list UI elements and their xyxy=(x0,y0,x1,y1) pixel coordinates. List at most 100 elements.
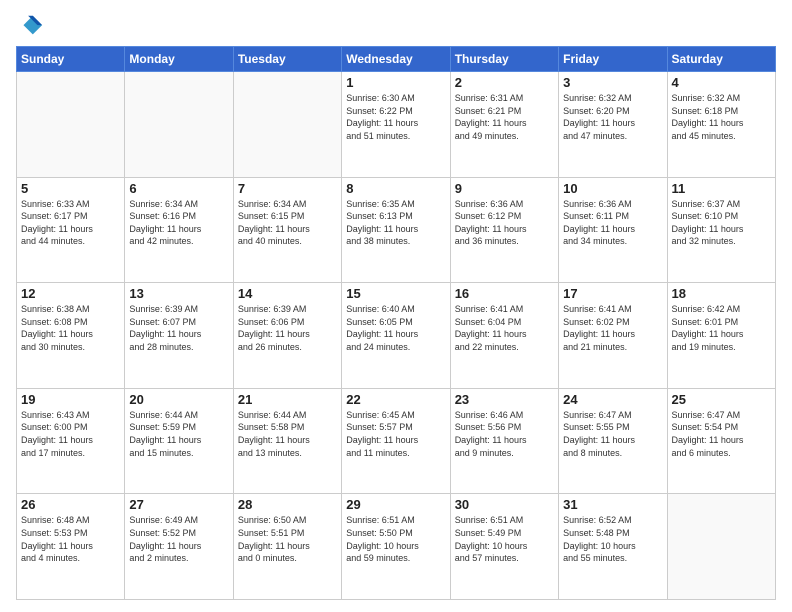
day-number: 16 xyxy=(455,286,554,301)
calendar-cell: 3 Sunrise: 6:32 AM Sunset: 6:20 PM Daylig… xyxy=(559,72,667,178)
calendar-cell: 29 Sunrise: 6:51 AM Sunset: 5:50 PM Dayli… xyxy=(342,494,450,600)
day-number: 13 xyxy=(129,286,228,301)
calendar-cell: 25 Sunrise: 6:47 AM Sunset: 5:54 PM Dayli… xyxy=(667,388,775,494)
calendar-cell: 26Sunrise: 6:48 AM Sunset: 5:53 PM Dayli… xyxy=(17,494,125,600)
header xyxy=(16,12,776,40)
day-info: Sunrise: 6:44 AM Sunset: 5:59 PM Dayligh… xyxy=(129,409,228,459)
day-info: Sunrise: 6:32 AM Sunset: 6:18 PM Dayligh… xyxy=(672,92,771,142)
day-number: 27 xyxy=(129,497,228,512)
day-info: Sunrise: 6:46 AM Sunset: 5:56 PM Dayligh… xyxy=(455,409,554,459)
calendar-cell: 18Sunrise: 6:42 AM Sunset: 6:01 PM Dayli… xyxy=(667,283,775,389)
day-number: 28 xyxy=(238,497,337,512)
calendar-day-header: Saturday xyxy=(667,47,775,72)
day-number: 24 xyxy=(563,392,662,407)
calendar-day-header: Sunday xyxy=(17,47,125,72)
day-info: Sunrise: 6:47 AM Sunset: 5:55 PM Dayligh… xyxy=(563,409,662,459)
day-info: Sunrise: 6:51 AM Sunset: 5:50 PM Dayligh… xyxy=(346,514,445,564)
calendar-cell xyxy=(233,72,341,178)
day-info: Sunrise: 6:41 AM Sunset: 6:04 PM Dayligh… xyxy=(455,303,554,353)
calendar-cell: 22 Sunrise: 6:45 AM Sunset: 5:57 PM Dayli… xyxy=(342,388,450,494)
calendar-cell: 4 Sunrise: 6:32 AM Sunset: 6:18 PM Daylig… xyxy=(667,72,775,178)
calendar-cell: 14 Sunrise: 6:39 AM Sunset: 6:06 PM Dayli… xyxy=(233,283,341,389)
day-info: Sunrise: 6:45 AM Sunset: 5:57 PM Dayligh… xyxy=(346,409,445,459)
calendar-week-row: 5 Sunrise: 6:33 AM Sunset: 6:17 PM Daylig… xyxy=(17,177,776,283)
calendar-day-header: Tuesday xyxy=(233,47,341,72)
day-info: Sunrise: 6:44 AM Sunset: 5:58 PM Dayligh… xyxy=(238,409,337,459)
day-info: Sunrise: 6:49 AM Sunset: 5:52 PM Dayligh… xyxy=(129,514,228,564)
day-number: 23 xyxy=(455,392,554,407)
day-number: 5 xyxy=(21,181,120,196)
page: SundayMondayTuesdayWednesdayThursdayFrid… xyxy=(0,0,792,612)
day-info: Sunrise: 6:38 AM Sunset: 6:08 PM Dayligh… xyxy=(21,303,120,353)
calendar-day-header: Friday xyxy=(559,47,667,72)
calendar-week-row: 12 Sunrise: 6:38 AM Sunset: 6:08 PM Dayli… xyxy=(17,283,776,389)
calendar-cell xyxy=(17,72,125,178)
calendar-week-row: 19Sunrise: 6:43 AM Sunset: 6:00 PM Dayli… xyxy=(17,388,776,494)
day-info: Sunrise: 6:52 AM Sunset: 5:48 PM Dayligh… xyxy=(563,514,662,564)
calendar-cell: 11 Sunrise: 6:37 AM Sunset: 6:10 PM Dayli… xyxy=(667,177,775,283)
day-info: Sunrise: 6:50 AM Sunset: 5:51 PM Dayligh… xyxy=(238,514,337,564)
day-number: 25 xyxy=(672,392,771,407)
day-number: 31 xyxy=(563,497,662,512)
day-number: 30 xyxy=(455,497,554,512)
calendar-day-header: Thursday xyxy=(450,47,558,72)
calendar-cell: 8 Sunrise: 6:35 AM Sunset: 6:13 PM Daylig… xyxy=(342,177,450,283)
day-info: Sunrise: 6:39 AM Sunset: 6:07 PM Dayligh… xyxy=(129,303,228,353)
calendar-cell: 9 Sunrise: 6:36 AM Sunset: 6:12 PM Daylig… xyxy=(450,177,558,283)
calendar-cell: 10 Sunrise: 6:36 AM Sunset: 6:11 PM Dayli… xyxy=(559,177,667,283)
calendar-day-header: Wednesday xyxy=(342,47,450,72)
day-info: Sunrise: 6:31 AM Sunset: 6:21 PM Dayligh… xyxy=(455,92,554,142)
day-info: Sunrise: 6:36 AM Sunset: 6:12 PM Dayligh… xyxy=(455,198,554,248)
day-info: Sunrise: 6:47 AM Sunset: 5:54 PM Dayligh… xyxy=(672,409,771,459)
calendar-cell: 12 Sunrise: 6:38 AM Sunset: 6:08 PM Dayli… xyxy=(17,283,125,389)
day-number: 9 xyxy=(455,181,554,196)
day-info: Sunrise: 6:51 AM Sunset: 5:49 PM Dayligh… xyxy=(455,514,554,564)
calendar-cell: 16 Sunrise: 6:41 AM Sunset: 6:04 PM Dayli… xyxy=(450,283,558,389)
day-info: Sunrise: 6:32 AM Sunset: 6:20 PM Dayligh… xyxy=(563,92,662,142)
day-number: 29 xyxy=(346,497,445,512)
calendar-week-row: 1Sunrise: 6:30 AM Sunset: 6:22 PM Daylig… xyxy=(17,72,776,178)
day-info: Sunrise: 6:34 AM Sunset: 6:15 PM Dayligh… xyxy=(238,198,337,248)
calendar-header-row: SundayMondayTuesdayWednesdayThursdayFrid… xyxy=(17,47,776,72)
day-info: Sunrise: 6:37 AM Sunset: 6:10 PM Dayligh… xyxy=(672,198,771,248)
calendar-cell: 13 Sunrise: 6:39 AM Sunset: 6:07 PM Dayli… xyxy=(125,283,233,389)
day-number: 17 xyxy=(563,286,662,301)
day-info: Sunrise: 6:39 AM Sunset: 6:06 PM Dayligh… xyxy=(238,303,337,353)
day-number: 10 xyxy=(563,181,662,196)
calendar-cell: 17 Sunrise: 6:41 AM Sunset: 6:02 PM Dayli… xyxy=(559,283,667,389)
calendar-cell xyxy=(125,72,233,178)
calendar-cell: 1Sunrise: 6:30 AM Sunset: 6:22 PM Daylig… xyxy=(342,72,450,178)
calendar-cell: 31 Sunrise: 6:52 AM Sunset: 5:48 PM Dayli… xyxy=(559,494,667,600)
calendar-cell: 19Sunrise: 6:43 AM Sunset: 6:00 PM Dayli… xyxy=(17,388,125,494)
calendar-cell: 6Sunrise: 6:34 AM Sunset: 6:16 PM Daylig… xyxy=(125,177,233,283)
calendar-week-row: 26Sunrise: 6:48 AM Sunset: 5:53 PM Dayli… xyxy=(17,494,776,600)
calendar-cell: 28 Sunrise: 6:50 AM Sunset: 5:51 PM Dayli… xyxy=(233,494,341,600)
day-info: Sunrise: 6:42 AM Sunset: 6:01 PM Dayligh… xyxy=(672,303,771,353)
day-number: 22 xyxy=(346,392,445,407)
calendar-cell: 2 Sunrise: 6:31 AM Sunset: 6:21 PM Daylig… xyxy=(450,72,558,178)
day-info: Sunrise: 6:33 AM Sunset: 6:17 PM Dayligh… xyxy=(21,198,120,248)
calendar-cell: 27 Sunrise: 6:49 AM Sunset: 5:52 PM Dayli… xyxy=(125,494,233,600)
calendar-cell: 5 Sunrise: 6:33 AM Sunset: 6:17 PM Daylig… xyxy=(17,177,125,283)
day-info: Sunrise: 6:36 AM Sunset: 6:11 PM Dayligh… xyxy=(563,198,662,248)
day-number: 11 xyxy=(672,181,771,196)
day-number: 4 xyxy=(672,75,771,90)
day-number: 6 xyxy=(129,181,228,196)
day-number: 12 xyxy=(21,286,120,301)
day-info: Sunrise: 6:41 AM Sunset: 6:02 PM Dayligh… xyxy=(563,303,662,353)
day-number: 26 xyxy=(21,497,120,512)
day-number: 14 xyxy=(238,286,337,301)
day-number: 8 xyxy=(346,181,445,196)
calendar-day-header: Monday xyxy=(125,47,233,72)
calendar-cell: 21Sunrise: 6:44 AM Sunset: 5:58 PM Dayli… xyxy=(233,388,341,494)
calendar-table: SundayMondayTuesdayWednesdayThursdayFrid… xyxy=(16,46,776,600)
day-info: Sunrise: 6:30 AM Sunset: 6:22 PM Dayligh… xyxy=(346,92,445,142)
day-number: 2 xyxy=(455,75,554,90)
day-info: Sunrise: 6:35 AM Sunset: 6:13 PM Dayligh… xyxy=(346,198,445,248)
calendar-cell: 7Sunrise: 6:34 AM Sunset: 6:15 PM Daylig… xyxy=(233,177,341,283)
logo-icon xyxy=(16,12,44,40)
calendar-cell: 23 Sunrise: 6:46 AM Sunset: 5:56 PM Dayli… xyxy=(450,388,558,494)
calendar-cell: 30 Sunrise: 6:51 AM Sunset: 5:49 PM Dayli… xyxy=(450,494,558,600)
day-number: 3 xyxy=(563,75,662,90)
day-number: 19 xyxy=(21,392,120,407)
